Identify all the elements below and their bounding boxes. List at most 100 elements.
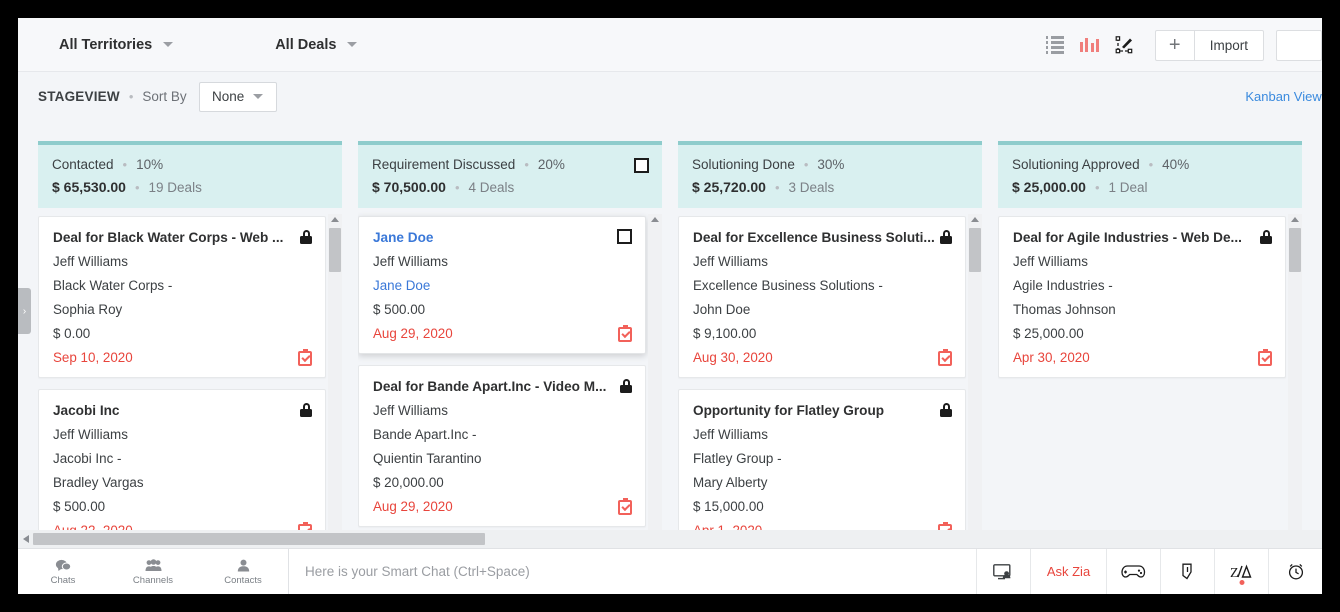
- canvas-view-icon[interactable]: [1114, 35, 1136, 55]
- chevron-right-icon: ›: [22, 305, 27, 317]
- stage-select-checkbox[interactable]: [634, 158, 649, 173]
- deal-contact: Mary Alberty: [693, 475, 768, 490]
- separator-dot: •: [122, 157, 128, 172]
- ask-zia-button[interactable]: Ask Zia: [1030, 548, 1106, 594]
- deal-card[interactable]: Jane Doe Jeff Williams Jane Doe $ 500.00 Aug…: [358, 216, 646, 354]
- deal-closing-date: Apr 30, 2020: [1013, 350, 1090, 365]
- stage-card-list: Deal for Excellence Business Soluti... Je…: [678, 208, 982, 551]
- deal-select-checkbox[interactable]: [617, 229, 632, 244]
- stage-card-list: Jane Doe Jeff Williams Jane Doe $ 500.00 Aug…: [358, 208, 662, 551]
- notification-dot: [1239, 579, 1244, 585]
- deals-filter-dropdown[interactable]: All Deals: [275, 37, 358, 53]
- stage-probability: 40%: [1162, 157, 1190, 172]
- list-view-icon[interactable]: [1044, 35, 1066, 55]
- chevron-down-icon: [347, 42, 358, 47]
- deal-contact[interactable]: Jane Doe: [373, 278, 631, 293]
- scroll-up-arrow-icon[interactable]: [331, 217, 339, 222]
- sidebar-expander-handle[interactable]: ›: [18, 288, 31, 334]
- separator-dot: •: [1148, 157, 1154, 172]
- deal-account: Black Water Corps -: [53, 278, 173, 293]
- scroll-up-arrow-icon[interactable]: [651, 217, 659, 222]
- stage-deal-count: 1 Deal: [1108, 180, 1148, 195]
- deal-account: Flatley Group -: [693, 451, 782, 466]
- deal-amount: $ 500.00: [53, 499, 106, 514]
- column-vertical-scrollbar[interactable]: [648, 214, 662, 551]
- deal-card[interactable]: Deal for Agile Industries - Web De... Jef…: [998, 216, 1286, 378]
- separator-dot: •: [128, 89, 134, 104]
- chat-bubble-icon: [55, 558, 71, 573]
- deal-card[interactable]: Jacobi Inc Jeff Williams Jacobi Inc - Bradl…: [38, 389, 326, 551]
- stage-card-list: Deal for Agile Industries - Web De... Jef…: [998, 208, 1302, 551]
- scroll-up-arrow-icon[interactable]: [1291, 217, 1299, 222]
- task-checklist-icon[interactable]: [618, 325, 632, 342]
- stage-header: Requirement Discussed • 20% $ 70,500.00 • 4 D…: [358, 141, 662, 208]
- import-button-group: + Import: [1154, 29, 1264, 61]
- deal-card[interactable]: Opportunity for Flatley Group Jeff Willia…: [678, 389, 966, 551]
- kanban-view-settings-link[interactable]: Kanban View S: [1245, 89, 1322, 104]
- lock-icon[interactable]: [940, 230, 952, 244]
- screen-share-icon[interactable]: [976, 548, 1030, 594]
- territory-filter-label: All Territories: [59, 36, 153, 53]
- scrollbar-thumb[interactable]: [1289, 228, 1301, 272]
- more-actions-button[interactable]: [1276, 29, 1322, 61]
- deal-closing-date: Aug 29, 2020: [373, 499, 453, 514]
- chat-tab-channels[interactable]: Channels: [108, 549, 198, 595]
- scrollbar-thumb[interactable]: [329, 228, 341, 272]
- chat-tab-chats[interactable]: Chats: [18, 549, 108, 595]
- lock-icon[interactable]: [620, 379, 632, 393]
- stage-header: Solutioning Done • 30% $ 25,720.00 • 3 Deals: [678, 141, 982, 208]
- game-controller-icon[interactable]: [1106, 548, 1160, 594]
- lock-icon[interactable]: [940, 403, 952, 417]
- deal-card[interactable]: Deal for Black Water Corps - Web ... Jeff…: [38, 216, 326, 378]
- top-toolbar-right: + Import: [1044, 18, 1322, 72]
- task-checklist-icon[interactable]: [1258, 349, 1272, 366]
- import-button[interactable]: Import: [1193, 30, 1263, 60]
- alarm-clock-icon[interactable]: [1268, 548, 1322, 594]
- kanban-view-icon[interactable]: [1079, 35, 1101, 55]
- zia-logo-icon[interactable]: Z: [1214, 548, 1268, 594]
- column-vertical-scrollbar[interactable]: [328, 214, 342, 551]
- chat-tab-contacts[interactable]: Contacts: [198, 549, 288, 595]
- column-vertical-scrollbar[interactable]: [968, 214, 982, 551]
- stage-header: Contacted • 10% $ 65,530.00 • 19 Deals: [38, 141, 342, 208]
- deal-card[interactable]: Deal for Bande Apart.Inc - Video M... Jef…: [358, 365, 646, 527]
- deal-closing-date: Aug 30, 2020: [693, 350, 773, 365]
- deal-account: Excellence Business Solutions -: [693, 278, 883, 293]
- chat-tab-label: Channels: [132, 574, 174, 586]
- kanban-column: Contacted • 10% $ 65,530.00 • 19 Deals Deal fo…: [38, 141, 342, 551]
- stage-name: Solutioning Approved: [1012, 157, 1140, 172]
- deal-card[interactable]: Deal for Excellence Business Soluti... Je…: [678, 216, 966, 378]
- deal-contact: Quientin Tarantino: [373, 451, 482, 466]
- lock-icon[interactable]: [300, 403, 312, 417]
- hand-wave-icon[interactable]: [1160, 548, 1214, 594]
- column-vertical-scrollbar[interactable]: [1288, 214, 1302, 551]
- lock-icon[interactable]: [1260, 230, 1272, 244]
- add-deal-button[interactable]: +: [1156, 31, 1194, 60]
- separator-dot: •: [524, 157, 529, 172]
- deal-amount: $ 25,000.00: [1013, 326, 1084, 341]
- deal-title: Deal for Bande Apart.Inc - Video M...: [373, 379, 607, 394]
- stage-totals-row: $ 70,500.00 • 4 Deals: [372, 179, 648, 195]
- smart-chat-input[interactable]: Here is your Smart Chat (Ctrl+Space): [288, 548, 976, 594]
- chat-bar-actions: Ask Zia Z: [976, 548, 1322, 594]
- chevron-down-icon: [253, 94, 264, 99]
- task-checklist-icon[interactable]: [938, 349, 952, 366]
- territory-filter-dropdown[interactable]: All Territories: [59, 36, 174, 53]
- sort-by-label: Sort By: [142, 89, 187, 104]
- stage-deal-count: 3 Deals: [788, 180, 835, 195]
- board-horizontal-scrollbar[interactable]: [18, 530, 1322, 548]
- scroll-up-arrow-icon[interactable]: [971, 217, 979, 222]
- task-checklist-icon[interactable]: [618, 498, 632, 515]
- task-checklist-icon[interactable]: [298, 349, 312, 366]
- scrollbar-thumb[interactable]: [969, 228, 981, 272]
- lock-icon[interactable]: [300, 230, 312, 244]
- stage-header: Solutioning Approved • 40% $ 25,000.00 • 1 De…: [998, 141, 1302, 208]
- stage-deal-count: 19 Deals: [148, 180, 202, 195]
- stage-totals-row: $ 25,000.00 • 1 Deal: [1012, 179, 1288, 195]
- scrollbar-thumb[interactable]: [33, 533, 485, 545]
- sort-by-dropdown[interactable]: None: [198, 81, 277, 112]
- stage-probability: 20%: [537, 157, 565, 172]
- kanban-column: Requirement Discussed • 20% $ 70,500.00 • 4 D…: [358, 141, 662, 551]
- scroll-left-arrow-icon[interactable]: [23, 535, 29, 543]
- stage-amount: $ 70,500.00: [372, 179, 446, 195]
